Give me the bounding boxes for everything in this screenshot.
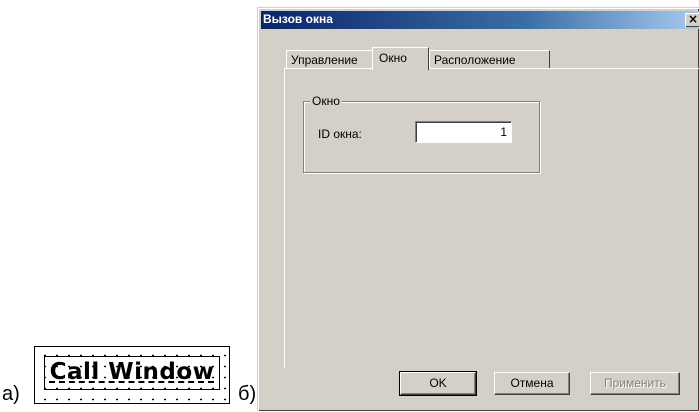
apply-button[interactable]: Применить <box>590 372 680 395</box>
tab-page-window: Окно ID окна: <box>284 68 699 368</box>
groupbox-legend: Окно <box>310 94 342 108</box>
dialog-title: Вызов окна <box>263 12 333 26</box>
call-window-button-label: Call Window <box>49 359 215 385</box>
call-window-dialog: Вызов окна × Управление Окно Расположени… <box>257 7 699 411</box>
call-window-button-preview[interactable]: Call Window <box>44 356 220 390</box>
cancel-button[interactable]: Отмена <box>494 372 570 395</box>
window-groupbox: Окно ID окна: <box>303 94 540 173</box>
window-id-input[interactable] <box>415 121 512 143</box>
caption-a: а) <box>2 383 20 405</box>
design-canvas-preview: Call Window <box>34 346 230 404</box>
close-icon: × <box>687 12 699 26</box>
caption-b: б) <box>238 383 257 405</box>
tab-position[interactable]: Расположение <box>429 50 550 69</box>
close-button[interactable]: × <box>685 13 699 27</box>
window-id-label: ID окна: <box>318 127 362 141</box>
tab-control[interactable]: Управление <box>286 50 373 69</box>
tab-window[interactable]: Окно <box>372 47 429 70</box>
title-bar[interactable]: Вызов окна × <box>261 11 699 29</box>
ok-button[interactable]: OK <box>399 371 477 396</box>
